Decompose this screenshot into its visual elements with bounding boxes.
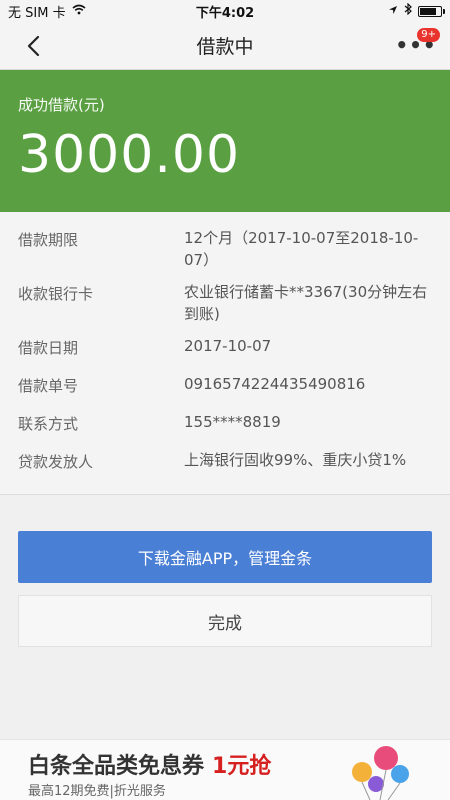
detail-value: 农业银行储蓄卡**3367(30分钟左右到账) — [184, 283, 428, 323]
detail-label: 借款单号 — [18, 377, 79, 395]
battery-level — [420, 7, 436, 15]
detail-value: 上海银行固收99%、重庆小贷1% — [184, 451, 407, 469]
location-arrow-icon — [388, 4, 398, 19]
status-right — [388, 2, 445, 19]
detail-value: 2017-10-07 — [184, 337, 272, 355]
detail-label: 借款期限 — [18, 231, 79, 249]
detail-label: 贷款发放人 — [18, 453, 94, 471]
back-button[interactable] — [18, 32, 48, 60]
detail-label: 收款银行卡 — [18, 285, 94, 303]
detail-label: 借款日期 — [18, 339, 79, 357]
detail-row-date: 借款日期 2017-10-07 — [0, 330, 450, 368]
detail-label: 联系方式 — [18, 415, 79, 433]
balloons-icon — [352, 746, 409, 800]
detail-row-term: 借款期限 12个月（2017-10-07至2018-10-07） — [0, 222, 450, 276]
bluetooth-icon — [404, 2, 412, 19]
promo-title-text: 白条全品类免息券 — [28, 754, 205, 779]
promo-banner[interactable]: 白条全品类免息券 1元抢 最高12期免费|折光服务 — [0, 739, 450, 800]
chevron-left-icon — [27, 35, 40, 57]
done-button[interactable]: 完成 — [18, 595, 432, 647]
promo-highlight: 1元抢 — [212, 754, 272, 779]
carrier-text: 无 SIM 卡 — [8, 5, 66, 21]
loan-status-page: 无 SIM 卡 下午4:02 借款中 ••• 9+ 成功借款(元) 3000.0… — [0, 0, 450, 800]
nav-bar: 借款中 ••• 9+ — [0, 22, 450, 70]
amount-label: 成功借款(元) — [18, 96, 105, 114]
actions: 下载金融APP，管理金条 完成 — [0, 495, 450, 647]
detail-row-bank-card: 收款银行卡 农业银行储蓄卡**3367(30分钟左右到账) — [0, 276, 450, 330]
notification-badge: 9+ — [417, 28, 440, 42]
detail-row-contact: 联系方式 155****8819 — [0, 406, 450, 444]
promo-title: 白条全品类免息券 1元抢 — [28, 748, 271, 780]
battery-icon — [418, 5, 445, 17]
promo-subtitle: 最高12期免费|折光服务 — [28, 784, 166, 799]
download-app-button[interactable]: 下载金融APP，管理金条 — [18, 531, 432, 583]
loan-details: 借款期限 12个月（2017-10-07至2018-10-07） 收款银行卡 农… — [0, 212, 450, 495]
wifi-icon — [72, 4, 86, 19]
amount-value: 3000.00 — [18, 125, 241, 185]
detail-row-order-number: 借款单号 0916574224435490816 — [0, 368, 450, 406]
status-bar: 无 SIM 卡 下午4:02 — [0, 0, 450, 22]
detail-row-lender: 贷款发放人 上海银行固收99%、重庆小贷1% — [0, 444, 450, 482]
detail-value: 155****8819 — [184, 413, 281, 431]
more-menu-button[interactable]: ••• 9+ — [395, 28, 440, 60]
status-left: 无 SIM 卡 — [8, 2, 86, 21]
detail-value: 0916574224435490816 — [184, 375, 366, 393]
amount-card: 成功借款(元) 3000.00 — [0, 70, 450, 212]
detail-value: 12个月（2017-10-07至2018-10-07） — [184, 229, 419, 269]
page-title: 借款中 — [196, 36, 254, 58]
